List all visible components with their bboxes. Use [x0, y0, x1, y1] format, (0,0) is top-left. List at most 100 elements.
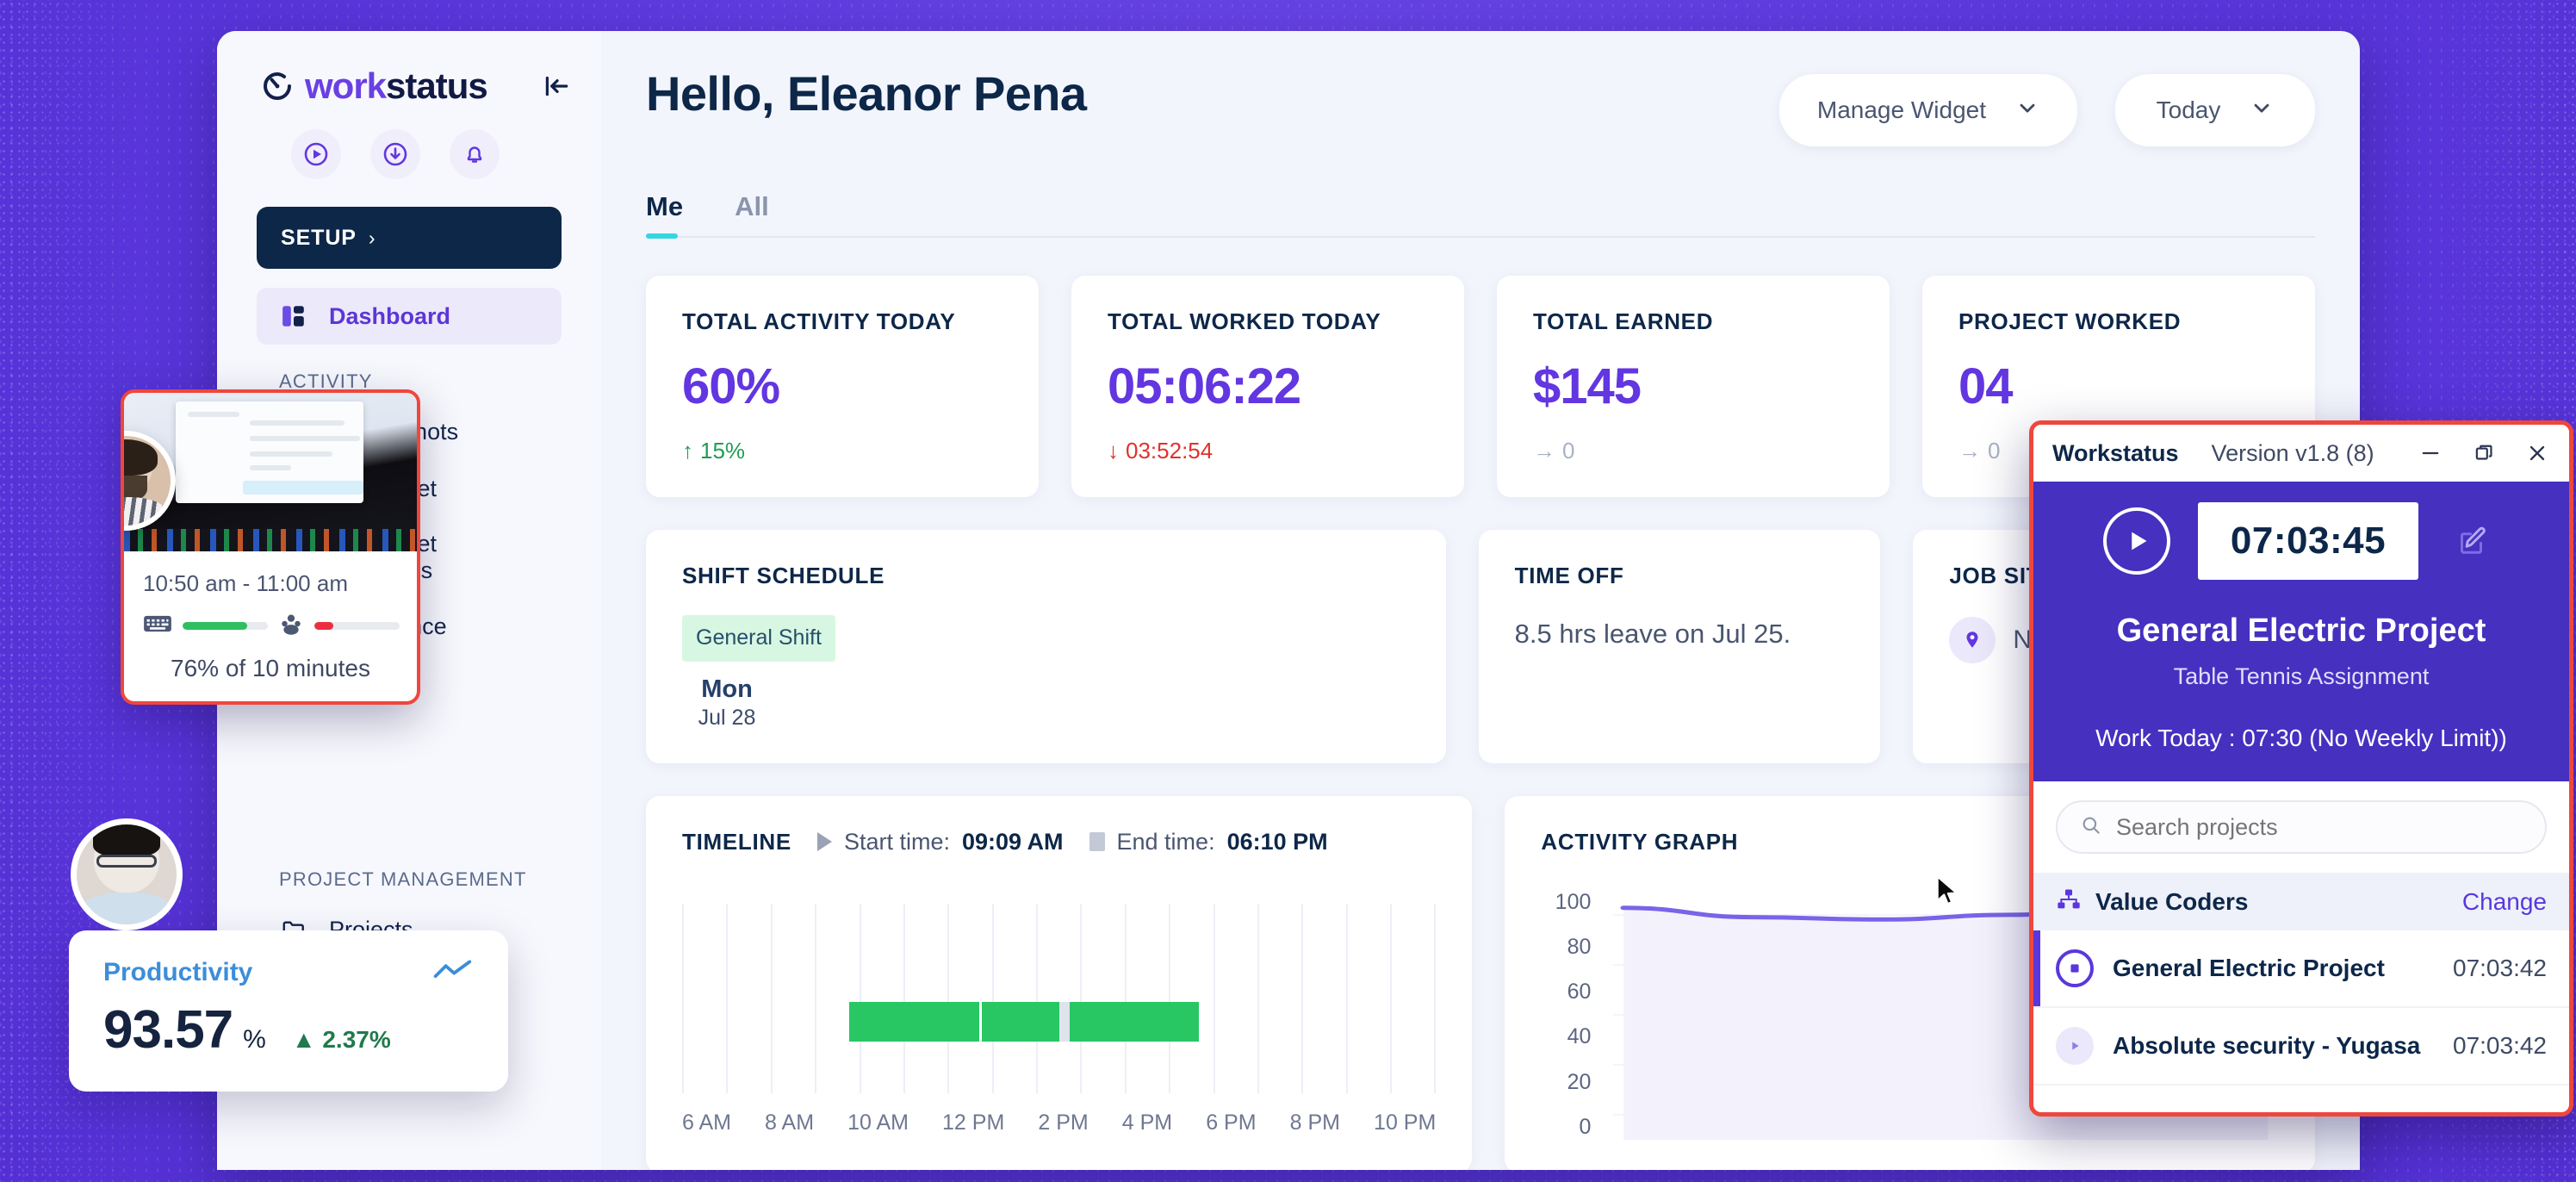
search-input[interactable] [2116, 814, 2523, 841]
setup-button[interactable]: SETUP › [257, 207, 562, 269]
timeline-bars [849, 1002, 1199, 1042]
search-field-wrapper[interactable] [2056, 800, 2547, 854]
y-tick: 100 [1555, 890, 1592, 915]
axis-tick: 8 AM [765, 1110, 814, 1135]
timeline-start: Start time: 09:09 AM [817, 829, 1064, 855]
content-header: Hello, Eleanor Pena Manage Widget Today [646, 65, 2315, 146]
widget-timer-value: 07:03:45 [2198, 502, 2418, 580]
bell-icon[interactable] [450, 129, 500, 179]
brand-word-second: status [386, 65, 487, 106]
productivity-value: 93.57 [103, 999, 233, 1061]
mouse-activity-meter [314, 622, 400, 630]
stat-card-total-worked-today: TOTAL WORKED TODAY 05:06:22 ↓ 03:52:54 [1071, 276, 1464, 497]
productivity-delta: ▲ 2.37% [292, 1026, 391, 1054]
triangle-up-icon: ▲ [292, 1026, 316, 1053]
screenshot-window [176, 401, 363, 503]
widget-search-area [2033, 781, 2569, 873]
timeline-segment [849, 1002, 978, 1042]
timeline-card: TIMELINE Start time: 09:09 AM End time: … [646, 796, 1472, 1170]
stat-value: 60% [682, 358, 1002, 415]
axis-tick: 10 PM [1374, 1110, 1436, 1135]
tab-me[interactable]: Me [646, 191, 683, 236]
stat-title: TOTAL ACTIVITY TODAY [682, 308, 1002, 335]
y-tick: 40 [1567, 1024, 1592, 1049]
screenshot-total: 76% of 10 minutes [124, 641, 417, 701]
y-tick: 0 [1579, 1115, 1591, 1140]
chevron-right-icon: › [369, 227, 376, 250]
time-off-card: TIME OFF 8.5 hrs leave on Jul 25. [1479, 530, 1881, 763]
y-tick: 60 [1567, 980, 1592, 1005]
axis-tick: 2 PM [1038, 1110, 1088, 1135]
axis-tick: 12 PM [942, 1110, 1004, 1135]
brand-wordmark: workstatus [305, 65, 487, 107]
sidebar-item-label: Dashboard [329, 303, 450, 330]
arrow-up-icon: ↑ [682, 438, 693, 464]
stat-value: 04 [1958, 358, 2279, 415]
scope-tabs: Me All [646, 191, 2315, 238]
timeline-start-label: Start time: [844, 829, 950, 855]
keyboard-activity-meter [183, 622, 268, 630]
play-icon[interactable] [2103, 507, 2170, 575]
manage-widget-dropdown[interactable]: Manage Widget [1779, 74, 2077, 146]
widget-timer-row: 07:03:45 [2033, 502, 2569, 580]
widget-project-row-time: 07:03:42 [2453, 955, 2547, 982]
close-icon[interactable] [2524, 440, 2550, 466]
date-range-dropdown[interactable]: Today [2115, 74, 2315, 146]
widget-project-row[interactable]: General Electric Project 07:03:42 [2033, 930, 2569, 1008]
card-title: TIME OFF [1515, 563, 1845, 589]
activity-graph-y-axis: 100 80 60 40 20 0 [1541, 890, 1591, 1140]
setup-label: SETUP [281, 226, 357, 251]
productivity-value-row: 93.57 % ▲ 2.37% [103, 999, 474, 1061]
play-circle-icon[interactable] [291, 129, 341, 179]
productivity-card[interactable]: Productivity 93.57 % ▲ 2.37% [69, 930, 508, 1092]
arrow-flat-icon: → [1533, 438, 1555, 464]
tab-all[interactable]: All [735, 191, 769, 236]
stat-card-total-earned: TOTAL EARNED $145 → 0 [1497, 276, 1890, 497]
search-icon [2080, 814, 2102, 841]
widget-project-row-name: Absolute security - Yugasa [2113, 1032, 2420, 1060]
header-actions: Manage Widget Today [1779, 65, 2315, 146]
axis-tick: 10 AM [847, 1110, 909, 1135]
stat-delta: → 0 [1533, 438, 1853, 464]
screenshot-preview-card[interactable]: 10:50 am - 11:00 am 76% of 10 minutes [121, 389, 420, 705]
timeline-segment [979, 1002, 1059, 1042]
widget-project-row[interactable]: Absolute security - Yugasa 07:03:42 [2033, 1008, 2569, 1086]
download-circle-icon[interactable] [370, 129, 420, 179]
axis-tick: 6 PM [1206, 1110, 1256, 1135]
timeline-start-value: 09:09 AM [962, 829, 1064, 855]
widget-timer-panel: 07:03:45 General Electric Project Table … [2033, 482, 2569, 781]
chevron-down-icon [2015, 96, 2039, 126]
date-range-label: Today [2157, 96, 2221, 124]
sidebar-item-dashboard[interactable]: Dashboard [257, 288, 562, 345]
manage-widget-label: Manage Widget [1817, 96, 1986, 124]
minimize-icon[interactable] [2418, 440, 2443, 466]
timeline-gap [1059, 1002, 1070, 1042]
widget-project-row-time: 07:03:42 [2453, 1032, 2547, 1060]
axis-tick: 4 PM [1122, 1110, 1172, 1135]
restore-icon[interactable] [2471, 440, 2497, 466]
brand: workstatus [217, 53, 601, 107]
page-title: Hello, Eleanor Pena [646, 65, 1086, 121]
widget-project-name: General Electric Project [2033, 613, 2569, 650]
stat-delta: ↑ 15% [682, 438, 1002, 464]
stat-title: TOTAL WORKED TODAY [1108, 308, 1428, 335]
collapse-left-icon[interactable] [537, 67, 575, 105]
productivity-delta-value: 2.37% [322, 1026, 390, 1053]
change-group-button[interactable]: Change [2462, 888, 2547, 916]
edit-pencil-icon[interactable] [2446, 514, 2499, 568]
map-pin-icon [1949, 617, 1996, 663]
widget-titlebar[interactable]: Workstatus Version v1.8 (8) [2033, 425, 2569, 482]
chevron-down-icon [2250, 96, 2274, 126]
stop-square-icon[interactable] [2056, 949, 2094, 987]
y-tick: 80 [1567, 935, 1592, 960]
shift-badge: General Shift [682, 615, 835, 662]
stat-delta-value: 0 [1562, 438, 1574, 464]
play-icon[interactable] [2056, 1027, 2094, 1065]
time-off-text: 8.5 hrs leave on Jul 25. [1515, 619, 1845, 650]
widget-app-name: Workstatus [2052, 440, 2179, 467]
card-title: SHIFT SCHEDULE [682, 563, 1410, 589]
timeline-end-value: 06:10 PM [1227, 829, 1328, 855]
axis-tick: 6 AM [682, 1110, 731, 1135]
stat-card-total-activity-today: TOTAL ACTIVITY TODAY 60% ↑ 15% [646, 276, 1039, 497]
workstatus-timer-widget[interactable]: Workstatus Version v1.8 (8) 07:03:45 Gen… [2029, 420, 2573, 1117]
